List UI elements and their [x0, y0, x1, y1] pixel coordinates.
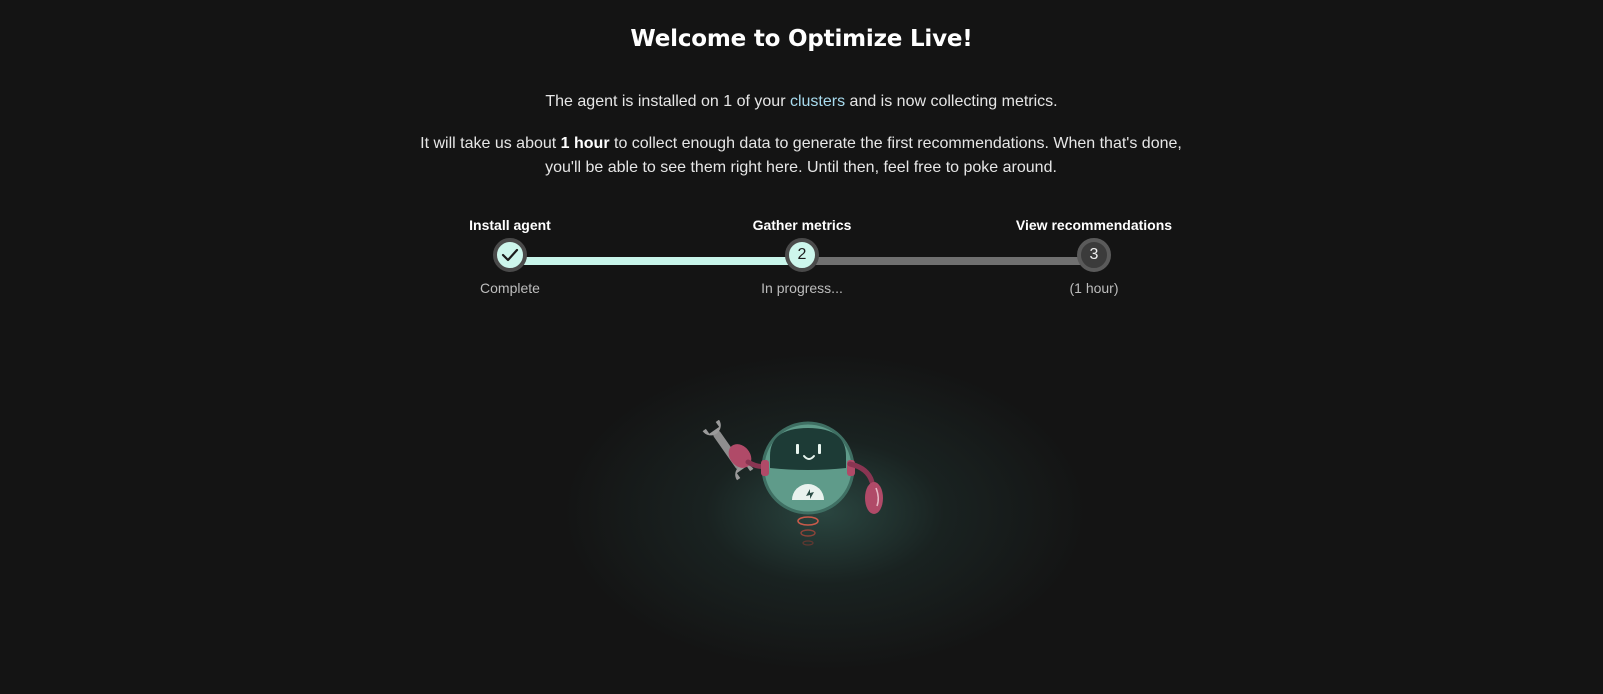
step-status: In progress... [761, 280, 843, 296]
intro-after: and is now collecting metrics. [845, 93, 1058, 110]
step-marker-current: 2 [785, 238, 819, 272]
step-marker-complete [493, 238, 527, 272]
step-status: Complete [480, 280, 540, 296]
detail-before: It will take us about [420, 135, 561, 152]
step-gather-metrics: Gather metrics 2 In progress... [702, 214, 902, 296]
check-icon [501, 248, 519, 262]
step-marker-pending: 3 [1077, 238, 1111, 272]
intro-before: The agent is installed on 1 of your [545, 93, 790, 110]
progress-stepper: Install agent Complete Gather metrics 2 … [400, 214, 1200, 314]
clusters-link[interactable]: clusters [790, 93, 845, 110]
step-install-agent: Install agent Complete [410, 214, 610, 296]
detail-after: to collect enough data to generate the f… [545, 135, 1182, 176]
step-label: Install agent [469, 217, 551, 233]
intro-text: The agent is installed on 1 of your clus… [0, 93, 1603, 111]
robot-mascot-illustration [702, 420, 883, 546]
welcome-page: Welcome to Optimize Live! The agent is i… [0, 0, 1603, 694]
step-label: View recommendations [1015, 217, 1173, 233]
step-label: Gather metrics [752, 217, 852, 233]
step-status: (1 hour) [1069, 280, 1119, 296]
detail-duration: 1 hour [560, 135, 610, 152]
page-title: Welcome to Optimize Live! [630, 26, 973, 52]
step-view-recommendations: View recommendations 3 (1 hour) [994, 214, 1194, 296]
detail-text: It will take us about 1 hour to collect … [401, 132, 1201, 180]
